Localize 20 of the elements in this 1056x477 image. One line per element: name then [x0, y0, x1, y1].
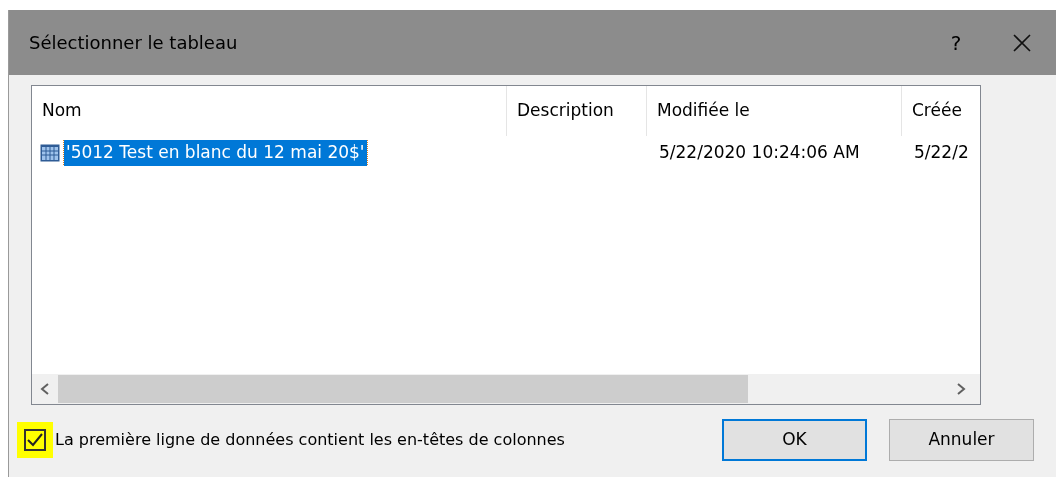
- column-header[interactable]: Créée: [902, 86, 980, 136]
- window-title: Sélectionner le tableau: [29, 31, 238, 55]
- table-cell-text: 5/22/2: [914, 141, 969, 165]
- scrollbar-thumb[interactable]: [58, 375, 748, 403]
- check-icon: [27, 433, 43, 447]
- horizontal-scrollbar[interactable]: [32, 374, 980, 404]
- cancel-button[interactable]: Annuler: [889, 419, 1034, 461]
- column-header[interactable]: Modifiée le: [647, 86, 902, 136]
- table-icon: [40, 144, 60, 162]
- checkbox[interactable]: [24, 429, 46, 451]
- ok-button[interactable]: OK: [722, 419, 867, 461]
- column-header[interactable]: Description: [507, 86, 647, 136]
- column-header[interactable]: Nom: [32, 86, 507, 136]
- checkbox-label[interactable]: La première ligne de données contient les en-têtes de colonnes: [55, 428, 565, 452]
- help-button[interactable]: ?: [936, 27, 976, 58]
- scroll-right-icon[interactable]: [956, 383, 966, 395]
- scroll-left-icon[interactable]: [40, 383, 50, 395]
- table-cell-text: 5/22/2020 10:24:06 AM: [659, 141, 860, 165]
- table-cell[interactable]: '5012 Test en blanc du 12 mai 20$': [64, 140, 367, 166]
- close-icon[interactable]: [1012, 32, 1032, 53]
